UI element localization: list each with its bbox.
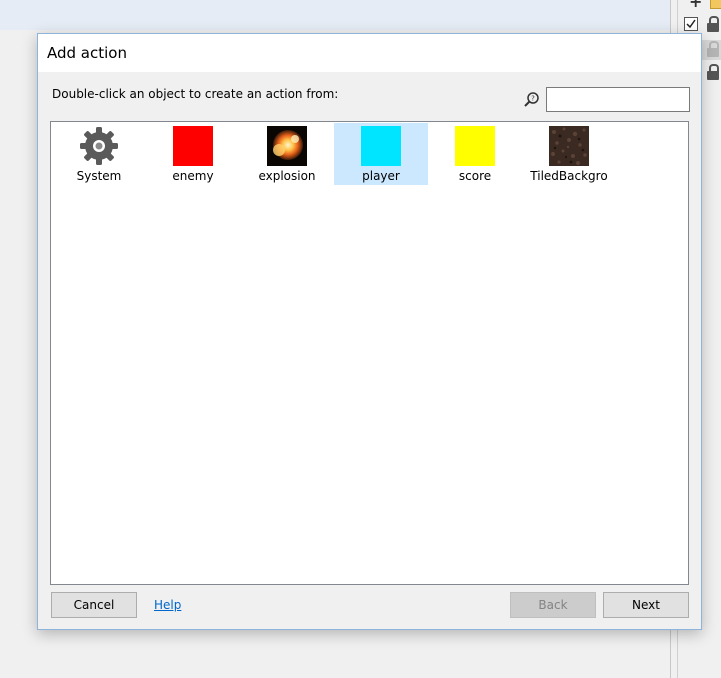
object-label: explosion — [258, 169, 316, 183]
red-square-sprite — [173, 126, 213, 166]
help-link[interactable]: Help — [154, 598, 181, 612]
object-item-enemy[interactable]: enemy — [146, 123, 240, 185]
object-label: player — [362, 169, 400, 183]
object-item-player[interactable]: player — [334, 123, 428, 185]
background-toolbar-area — [0, 0, 670, 30]
svg-text:?: ? — [531, 95, 535, 103]
explosion-sprite — [267, 126, 307, 166]
back-button[interactable]: Back — [510, 592, 596, 618]
add-action-dialog: Add action Double-click an object to cre… — [37, 33, 702, 630]
gear-icon — [80, 127, 118, 165]
cyan-square-sprite — [361, 126, 401, 166]
instruction-text: Double-click an object to create an acti… — [52, 87, 339, 101]
object-label: score — [458, 169, 492, 183]
search-input[interactable] — [546, 87, 690, 112]
object-item-score[interactable]: score — [428, 123, 522, 185]
dialog-titlebar: Add action — [38, 34, 701, 72]
search-icon: ? — [524, 92, 539, 107]
lock-icon[interactable] — [707, 16, 719, 32]
lock-icon[interactable] — [707, 41, 719, 57]
object-label: TiledBackgro — [530, 169, 608, 183]
object-item-system[interactable]: System — [52, 123, 146, 185]
add-icon[interactable]: + — [689, 0, 702, 10]
object-item-explosion[interactable]: explosion — [240, 123, 334, 185]
folder-icon[interactable] — [710, 0, 721, 9]
object-list[interactable]: System enemy explosion player score Tile… — [50, 121, 689, 585]
next-button[interactable]: Next — [603, 592, 689, 618]
object-label: System — [76, 169, 122, 183]
object-label: enemy — [172, 169, 214, 183]
object-item-tiled-background[interactable]: TiledBackgro — [522, 123, 616, 185]
yellow-square-sprite — [455, 126, 495, 166]
tiled-background-texture — [549, 126, 589, 166]
visibility-checkbox[interactable] — [684, 17, 698, 31]
cancel-button[interactable]: Cancel — [51, 592, 137, 618]
lock-icon[interactable] — [707, 64, 719, 80]
dialog-title: Add action — [47, 44, 127, 62]
